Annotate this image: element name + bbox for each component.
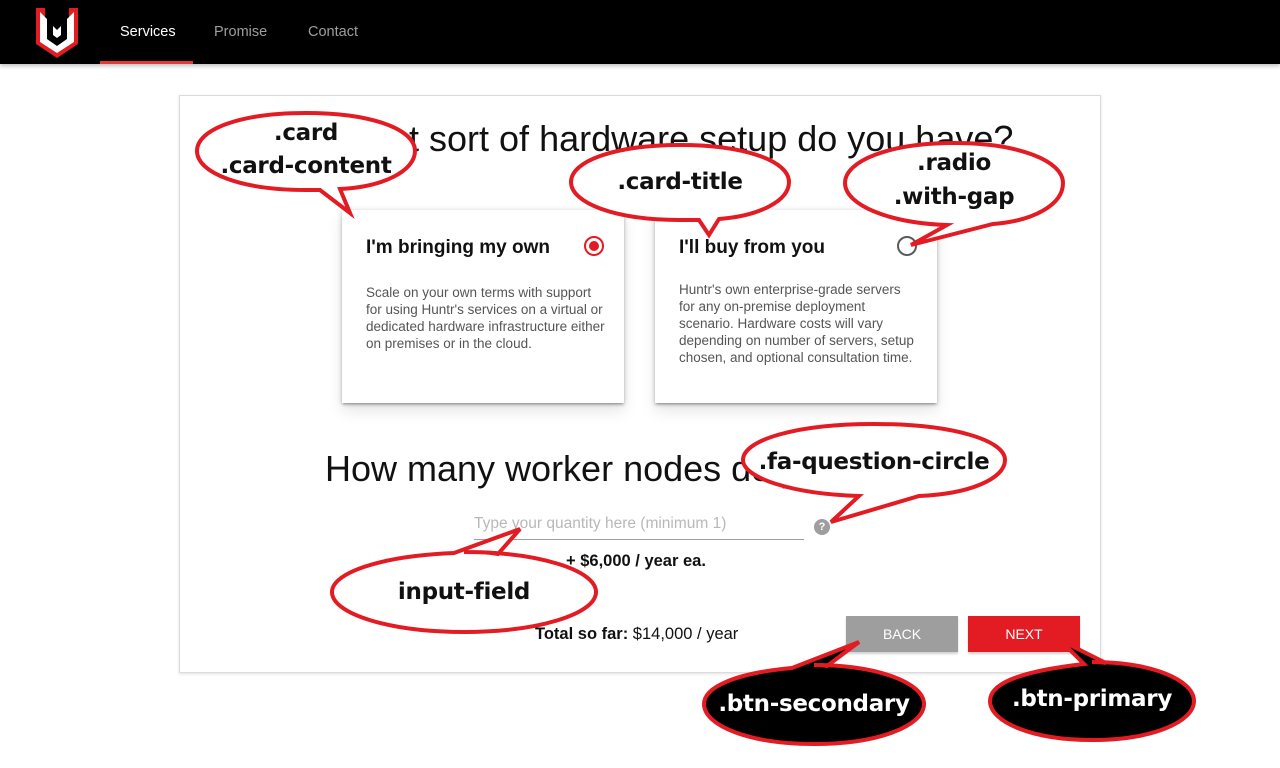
annotation-btn-secondary: .btn-secondary xyxy=(701,640,927,747)
annotation-input-field: input-field xyxy=(329,527,599,635)
option-title: I'll buy from you xyxy=(679,237,825,258)
annotation-radio-text: .radio xyxy=(917,150,991,176)
total-value: $14,000 / year xyxy=(632,625,739,643)
next-button[interactable]: NEXT xyxy=(968,616,1080,652)
annotation-btn-primary-text: .btn-primary xyxy=(1011,686,1173,712)
annotation-card-text: .card xyxy=(273,120,339,146)
annotation-card: .card .card-content xyxy=(194,110,418,220)
option-description: Huntr's own enterprise-grade servers for… xyxy=(679,282,914,365)
annotation-btn-secondary-text: .btn-secondary xyxy=(718,691,910,717)
option-title: I'm bringing my own xyxy=(366,237,550,258)
annotation-btn-primary: .btn-primary xyxy=(987,638,1197,743)
option-card-own-hardware[interactable]: I'm bringing my own Scale on your own te… xyxy=(342,210,624,403)
annotation-card-title: .card-title xyxy=(568,142,792,239)
nav-link-contact[interactable]: Contact xyxy=(308,0,358,64)
question-circle-icon[interactable]: ? xyxy=(814,519,830,535)
option-description: Scale on your own terms with support for… xyxy=(366,285,605,351)
annotation-fa-question-text: .fa-question-circle xyxy=(758,449,990,475)
annotation-input-field-text: input-field xyxy=(397,579,531,605)
back-button[interactable]: BACK xyxy=(846,616,958,652)
option-card-buy-hardware[interactable]: I'll buy from you Huntr's own enterprise… xyxy=(655,210,937,403)
huntr-logo-icon[interactable] xyxy=(36,6,78,58)
navbar: Services Promise Contact xyxy=(0,0,1280,64)
nav-link-services[interactable]: Services xyxy=(120,0,176,64)
annotation-with-gap-text: .with-gap xyxy=(893,184,1015,210)
annotation-card-content-text: .card-content xyxy=(220,153,392,179)
annotation-fa-question-circle: .fa-question-circle xyxy=(740,421,1008,524)
nav-link-promise[interactable]: Promise xyxy=(214,0,267,64)
radio-own-hardware[interactable] xyxy=(584,236,604,256)
annotation-card-title-text: .card-title xyxy=(617,169,743,195)
active-tab-indicator xyxy=(100,61,193,64)
quantity-input[interactable] xyxy=(474,508,804,540)
annotation-radio: .radio .with-gap xyxy=(842,140,1066,247)
